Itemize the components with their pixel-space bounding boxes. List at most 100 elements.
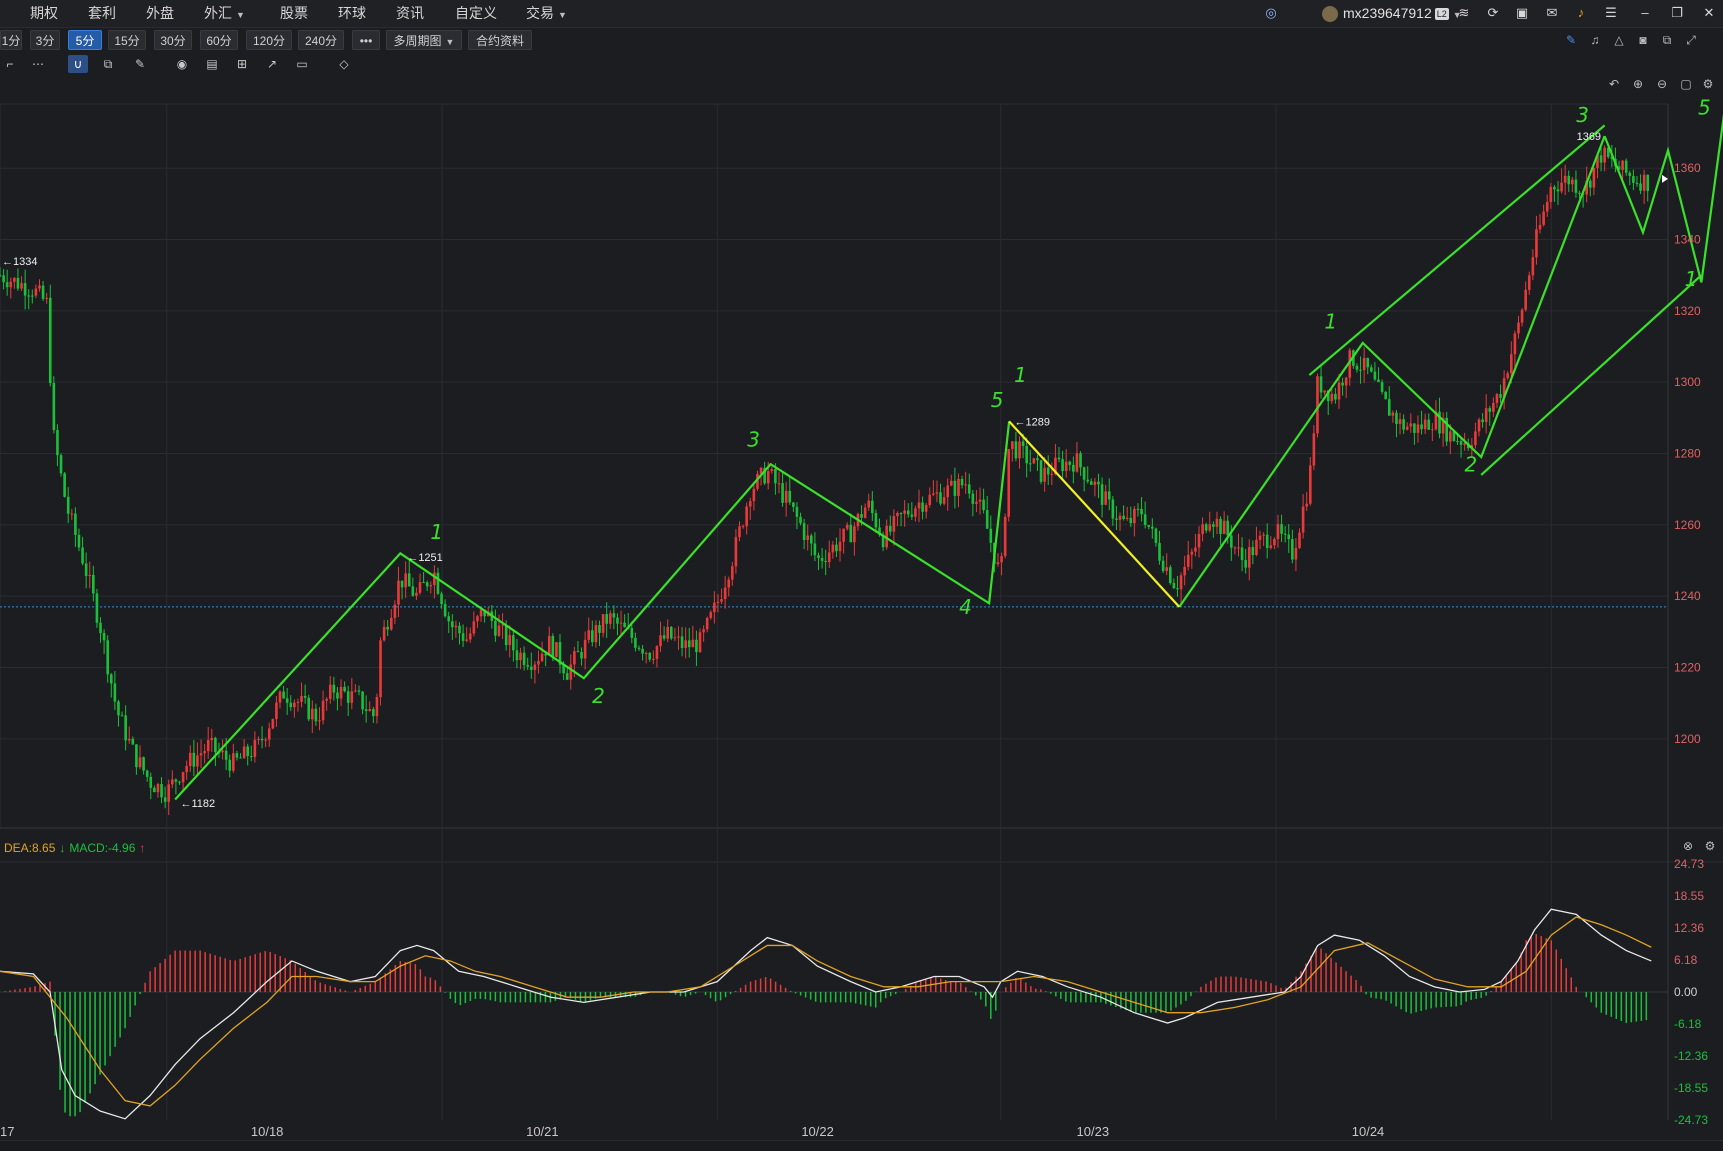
candle-body xyxy=(1237,547,1240,549)
candle-body xyxy=(1043,467,1046,482)
settings-box-icon[interactable]: ▢ xyxy=(1678,76,1694,92)
candle-body xyxy=(695,639,698,653)
current-price-marker xyxy=(1662,174,1668,183)
candle-body xyxy=(1014,441,1018,459)
candle-body xyxy=(569,664,573,680)
candle-body xyxy=(494,620,497,636)
candle-body xyxy=(835,544,838,552)
candle-body xyxy=(1133,508,1136,524)
candle-body xyxy=(860,514,863,518)
candle-body xyxy=(975,501,978,504)
undo-icon[interactable]: ↶ xyxy=(1606,76,1622,92)
candle-body xyxy=(476,616,479,622)
candle-body xyxy=(433,572,436,586)
time-tick-label: 10/24 xyxy=(1352,1124,1385,1139)
candle-body xyxy=(1560,182,1563,192)
candle-body xyxy=(228,759,232,771)
candle-body xyxy=(1513,333,1517,355)
wave-label: 1 xyxy=(1014,363,1027,387)
candle-body xyxy=(723,587,727,600)
candle-body xyxy=(210,737,214,741)
candle-body xyxy=(842,528,845,542)
candle-body xyxy=(1391,412,1395,416)
candle-body xyxy=(831,544,835,553)
candle-body xyxy=(1086,479,1090,482)
candle-body xyxy=(896,513,899,517)
wave-line xyxy=(1178,135,1606,608)
candle-body xyxy=(996,562,1000,565)
candle-body xyxy=(899,513,903,515)
dea-line xyxy=(0,916,1652,1107)
candle-body xyxy=(167,784,171,802)
candle-body xyxy=(512,635,515,651)
candle-body xyxy=(1405,426,1409,430)
candles xyxy=(0,144,1650,816)
candle-body xyxy=(892,516,896,532)
candle-body xyxy=(623,622,626,628)
candle-body xyxy=(1542,211,1545,225)
candle-body xyxy=(1168,567,1172,583)
wave-line-highlight xyxy=(1008,420,1181,608)
candle-body xyxy=(2,275,5,283)
candle-body xyxy=(1154,528,1158,543)
candle-body xyxy=(691,639,695,648)
candle-body xyxy=(964,484,967,486)
candle-body xyxy=(1158,542,1161,561)
candle-body xyxy=(795,506,799,517)
candle-body xyxy=(1571,179,1574,185)
candle-body xyxy=(1265,534,1269,548)
candle-body xyxy=(1176,588,1179,590)
gear-icon[interactable]: ⚙ xyxy=(1702,838,1718,854)
candle-body xyxy=(1244,559,1247,568)
macd-legend: DEA:8.65 ↓ MACD:-4.96 ↑ xyxy=(4,840,145,856)
candle-body xyxy=(1431,429,1434,431)
candle-body xyxy=(336,692,339,699)
candle-body xyxy=(784,490,788,503)
candle-body xyxy=(806,535,810,540)
zoom-out-icon[interactable]: ⊖ xyxy=(1654,76,1670,92)
candle-body xyxy=(160,784,163,798)
candle-body xyxy=(720,599,723,602)
candle-body xyxy=(838,541,842,552)
candle-body xyxy=(350,691,354,703)
candle-body xyxy=(1592,167,1596,188)
candle-body xyxy=(196,755,199,767)
candle-body xyxy=(1355,365,1359,370)
candle-body xyxy=(192,752,196,767)
candle-body xyxy=(346,691,350,703)
candle-body xyxy=(1057,457,1061,460)
gear-icon[interactable]: ⚙ xyxy=(1700,76,1716,92)
candle-body xyxy=(242,746,246,759)
close-panel-icon[interactable]: ⊗ xyxy=(1680,838,1696,854)
candle-body xyxy=(1599,155,1603,163)
candle-body xyxy=(411,586,415,596)
candle-body xyxy=(397,580,400,605)
candle-body xyxy=(1172,582,1176,589)
candle-body xyxy=(687,640,691,648)
zoom-in-icon[interactable]: ⊕ xyxy=(1630,76,1646,92)
candle-body xyxy=(1362,357,1366,371)
candle-body xyxy=(770,469,774,472)
candle-body xyxy=(127,738,131,741)
candle-body xyxy=(824,560,827,562)
dea-value: DEA:8.65 xyxy=(4,841,56,855)
price-annotation: ←1334 xyxy=(2,256,37,268)
candle-body xyxy=(188,752,192,766)
candle-body xyxy=(81,547,84,564)
candle-body xyxy=(497,625,501,636)
candle-body xyxy=(942,497,946,504)
candle-body xyxy=(451,621,454,628)
candle-body xyxy=(393,604,397,618)
candle-body xyxy=(400,580,404,588)
candle-body xyxy=(120,715,124,717)
candle-body xyxy=(1118,515,1122,520)
candlestick-chart[interactable]: 12345112315 1200122012401260128013001320… xyxy=(0,0,1723,1140)
price-annotations: ←1334 ←1182 ←1251 ←1289 1369 xyxy=(2,131,1668,810)
candle-body xyxy=(138,757,142,768)
candle-body xyxy=(1416,424,1420,433)
candle-body xyxy=(1186,554,1190,567)
candle-body xyxy=(1499,394,1502,398)
candle-body xyxy=(1635,182,1639,184)
candle-body xyxy=(748,501,752,507)
candle-body xyxy=(106,640,109,675)
